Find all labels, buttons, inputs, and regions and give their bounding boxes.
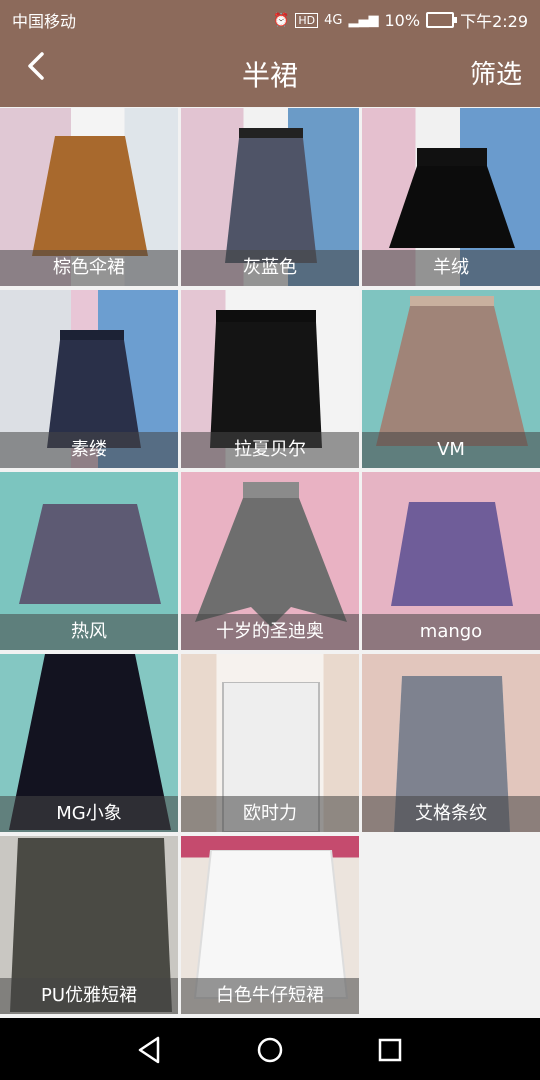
network-type: 4G xyxy=(324,12,343,28)
item-label: 热风 xyxy=(0,614,178,650)
item-label: mango xyxy=(362,614,540,650)
clock: 下午2:29 xyxy=(460,12,528,31)
item-label: 十岁的圣迪奥 xyxy=(181,614,359,650)
item-label: 灰蓝色 xyxy=(181,250,359,286)
status-icons: ⏰ HD 4G ▂▄▆ 10% 下午2:29 xyxy=(273,8,528,32)
skirt-image xyxy=(32,136,148,256)
circle-home-icon[interactable] xyxy=(252,1032,288,1068)
item-label: MG小象 xyxy=(0,796,178,832)
battery-percent: 10% xyxy=(384,10,421,30)
skirt-image xyxy=(195,482,347,627)
skirt-image xyxy=(391,502,513,606)
item-label: 白色牛仔短裙 xyxy=(181,978,359,1014)
triangle-back-icon[interactable] xyxy=(132,1032,168,1068)
item-tile[interactable]: 棕色伞裙 xyxy=(0,108,178,286)
item-tile[interactable]: VM xyxy=(362,290,540,468)
item-label: 羊绒 xyxy=(362,250,540,286)
hd-icon: HD xyxy=(295,12,319,28)
item-tile[interactable]: MG小象 xyxy=(0,654,178,832)
skirt-image xyxy=(19,504,161,604)
status-bar: 中国移动 ⏰ HD 4G ▂▄▆ 10% 下午2:29 xyxy=(0,0,540,36)
battery-icon xyxy=(426,12,458,28)
navigation-bar xyxy=(0,1018,540,1080)
item-tile[interactable]: 热风 xyxy=(0,472,178,650)
skirt-image xyxy=(225,128,317,263)
item-tile[interactable]: 羊绒 xyxy=(362,108,540,286)
app-bar: 半裙 筛选 xyxy=(0,36,540,107)
item-label: 拉夏贝尔 xyxy=(181,432,359,468)
alarm-icon: ⏰ xyxy=(273,12,290,28)
item-tile[interactable]: PU优雅短裙 xyxy=(0,836,178,1014)
item-label: 艾格条纹 xyxy=(362,796,540,832)
page-title: 半裙 xyxy=(241,59,298,92)
item-label: VM xyxy=(362,432,540,468)
item-label: 素缕 xyxy=(0,432,178,468)
item-label: 欧时力 xyxy=(181,796,359,832)
item-label: 棕色伞裙 xyxy=(0,250,178,286)
skirt-image xyxy=(389,148,515,248)
skirt-image xyxy=(210,310,322,448)
carrier-name: 中国移动 xyxy=(12,12,77,31)
item-tile[interactable]: 艾格条纹 xyxy=(362,654,540,832)
item-tile[interactable]: 欧时力 xyxy=(181,654,359,832)
item-tile[interactable]: 素缕 xyxy=(0,290,178,468)
item-tile[interactable]: 白色牛仔短裙 xyxy=(181,836,359,1014)
skirt-grid: 棕色伞裙 灰蓝色 羊绒 素缕 拉夏贝尔 VM 热风 十岁的圣迪奥 mango M… xyxy=(0,108,540,1018)
item-label: PU优雅短裙 xyxy=(0,978,178,1014)
square-recents-icon[interactable] xyxy=(372,1032,408,1068)
signal-icon: ▂▄▆ xyxy=(348,12,379,28)
filter-button[interactable]: 筛选 xyxy=(470,54,522,91)
item-tile[interactable]: 灰蓝色 xyxy=(181,108,359,286)
item-tile[interactable]: 十岁的圣迪奥 xyxy=(181,472,359,650)
item-tile[interactable]: 拉夏贝尔 xyxy=(181,290,359,468)
item-tile[interactable]: mango xyxy=(362,472,540,650)
